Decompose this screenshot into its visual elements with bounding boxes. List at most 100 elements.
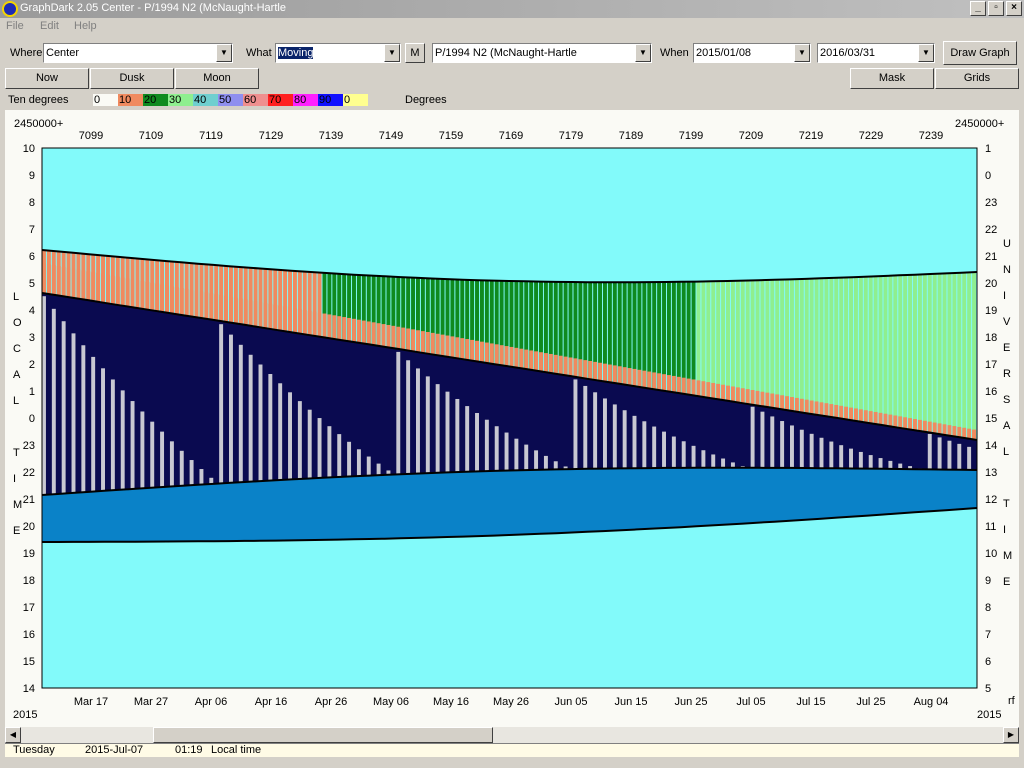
what-select[interactable]: Moving ▼ <box>275 43 401 63</box>
low-altitude-bar <box>416 330 420 353</box>
twilight-bar <box>194 484 200 542</box>
twilight-bar <box>603 468 609 531</box>
low-altitude-bar <box>224 295 229 323</box>
dark-night-bar <box>332 339 338 478</box>
twilight-bar <box>416 473 422 538</box>
moonlight-bar <box>799 429 804 469</box>
low-altitude-bar <box>150 282 155 311</box>
object-altitude-bar <box>927 274 932 433</box>
m-button[interactable]: M <box>405 43 425 63</box>
where-select[interactable]: Center ▼ <box>43 43 233 63</box>
dark-night-bar <box>283 331 289 480</box>
low-altitude-bar <box>903 417 908 429</box>
visibility-graph[interactable]: 2450000+ 2450000+ 2015 2015 rf 109876543… <box>5 110 1019 727</box>
low-altitude-bar <box>952 426 957 437</box>
scroll-left-icon[interactable]: ◀ <box>5 727 21 743</box>
date-to-select[interactable]: 2016/03/31 ▼ <box>817 43 935 63</box>
draw-graph-button[interactable]: Draw Graph <box>943 41 1017 65</box>
moonlight-bar <box>484 419 489 472</box>
twilight-bar <box>297 478 304 541</box>
low-altitude-bar <box>785 396 790 411</box>
low-altitude-bar <box>755 390 760 406</box>
chevron-down-icon[interactable]: ▼ <box>635 44 651 62</box>
mask-button[interactable]: Mask <box>850 68 934 89</box>
jd-tick: 7119 <box>199 130 223 142</box>
dark-night-bar <box>460 359 466 472</box>
twilight-bar <box>947 469 953 510</box>
twilight-bar <box>553 469 560 534</box>
scroll-thumb[interactable] <box>153 727 493 743</box>
menu-file[interactable]: File <box>6 20 24 32</box>
low-altitude-bar <box>858 409 863 422</box>
chevron-down-icon[interactable]: ▼ <box>216 44 232 62</box>
scroll-right-icon[interactable]: ▶ <box>1003 727 1019 743</box>
right-axis-title-letter: V <box>1003 316 1011 328</box>
menu-help[interactable]: Help <box>74 20 97 32</box>
moonlight-bar <box>632 415 637 469</box>
twilight-bar <box>681 467 688 527</box>
restore-button[interactable]: ▫ <box>988 1 1004 16</box>
dark-night-bar <box>292 332 299 480</box>
twilight-bar <box>745 467 752 524</box>
object-select[interactable]: P/1994 N2 (McNaught-Hartle ▼ <box>432 43 652 63</box>
dusk-button[interactable]: Dusk <box>90 68 174 89</box>
twilight-bar <box>302 478 309 541</box>
twilight-bar <box>524 470 530 535</box>
date-from-select[interactable]: 2015/01/08 ▼ <box>693 43 811 63</box>
right-hour-tick: 11 <box>985 521 996 533</box>
low-altitude-bar <box>632 368 637 387</box>
moon-button[interactable]: Moon <box>175 68 259 89</box>
jd-tick: 7109 <box>139 130 163 142</box>
twilight-bar <box>794 467 801 521</box>
dark-night-bar <box>735 402 742 468</box>
chevron-down-icon[interactable]: ▼ <box>794 44 810 62</box>
twilight-bar <box>411 473 417 538</box>
low-altitude-bar <box>711 382 716 399</box>
moonlight-bar <box>101 368 105 491</box>
low-altitude-bar <box>593 361 598 381</box>
twilight-bar <box>637 468 643 530</box>
dark-night-bar <box>922 431 929 470</box>
left-hour-tick: 3 <box>29 332 35 344</box>
low-altitude-bar <box>145 281 150 310</box>
low-altitude-bar <box>686 378 691 395</box>
minimize-button[interactable]: _ <box>970 1 986 16</box>
twilight-bar <box>834 468 840 518</box>
moonlight-bar <box>396 351 401 475</box>
twilight-bar <box>46 494 53 542</box>
object-altitude-bar <box>972 272 977 440</box>
object-altitude-bar <box>824 278 829 417</box>
twilight-bar <box>130 488 136 542</box>
low-altitude-bar <box>799 398 804 413</box>
low-altitude-bar <box>376 323 381 346</box>
moonlight-bar <box>750 406 755 468</box>
dark-night-bar <box>962 438 968 470</box>
jd-tick: 7129 <box>259 130 283 142</box>
twilight-bar <box>957 469 963 510</box>
chevron-down-icon[interactable]: ▼ <box>384 44 400 62</box>
legend-swatch-label: 0 <box>94 94 101 106</box>
twilight-bar <box>51 494 58 542</box>
now-button[interactable]: Now <box>5 68 89 89</box>
moonlight-bar <box>307 409 312 479</box>
horizontal-scrollbar[interactable]: ◀ ▶ <box>5 727 1019 743</box>
dark-night-bar <box>401 349 407 475</box>
grids-button[interactable]: Grids <box>935 68 1019 89</box>
object-altitude-bar <box>686 281 691 395</box>
dark-night-bar <box>627 385 633 469</box>
low-altitude-bar <box>273 304 278 330</box>
moonlight-bar <box>524 444 529 471</box>
low-altitude-bar <box>484 342 489 364</box>
right-hour-tick: 14 <box>985 440 997 452</box>
low-altitude-bar <box>519 348 524 369</box>
object-altitude-bar <box>676 281 681 394</box>
close-button[interactable]: × <box>1006 1 1022 16</box>
left-axis-title-letter: L <box>13 395 19 407</box>
left-axis-title-letter: E <box>13 525 20 537</box>
twilight-bar <box>484 471 491 536</box>
menu-edit[interactable]: Edit <box>40 20 59 32</box>
right-hour-tick: 7 <box>985 629 991 641</box>
left-hour-tick: 7 <box>29 224 35 236</box>
low-altitude-bar <box>868 411 873 424</box>
chevron-down-icon[interactable]: ▼ <box>918 44 934 62</box>
